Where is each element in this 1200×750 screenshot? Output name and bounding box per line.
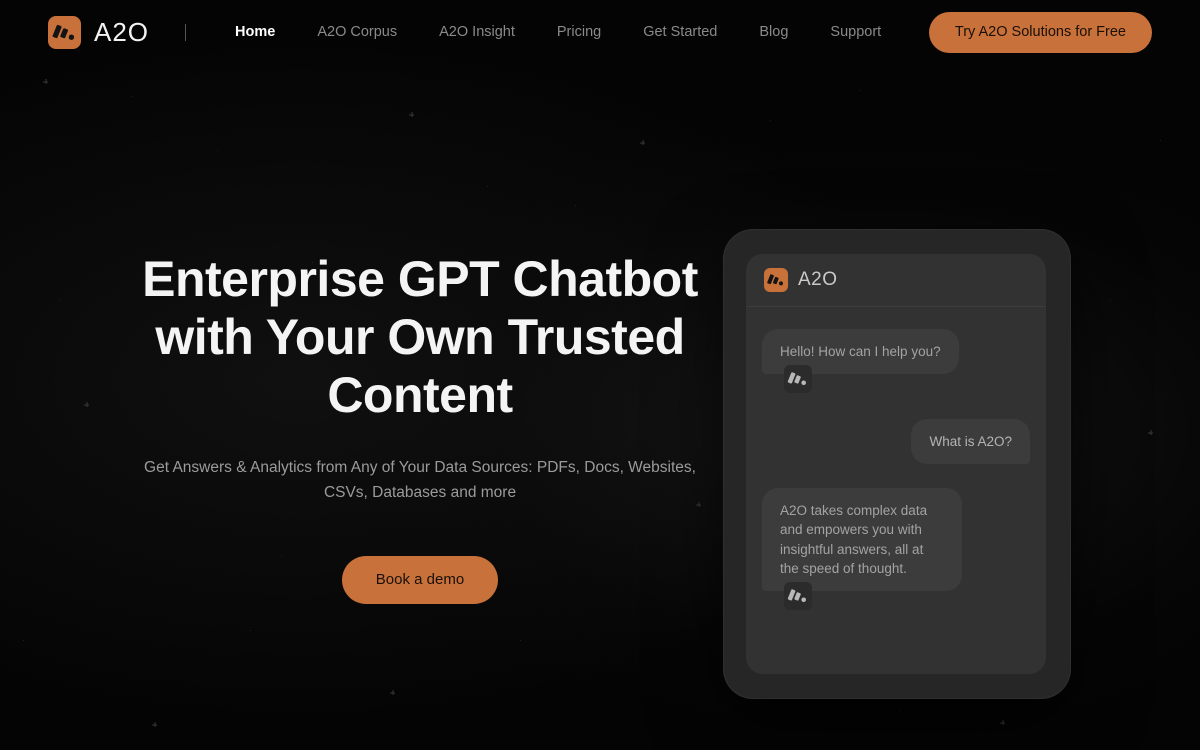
nav-item-blog[interactable]: Blog — [738, 25, 809, 40]
star-particle — [152, 722, 157, 727]
star-particle — [575, 205, 576, 206]
main-navigation: Home A2O Corpus A2O Insight Pricing Get Star… — [214, 25, 902, 40]
star-particle — [217, 150, 218, 151]
chat-bubble: What is A2O? — [911, 419, 1030, 465]
a2o-bars-logo-icon — [48, 15, 81, 49]
nav-item-home[interactable]: Home — [214, 25, 296, 40]
nav-item-a2o-insight[interactable]: A2O Insight — [418, 25, 536, 40]
site-header: A2O Home A2O Corpus A2O Insight Pricing Get … — [0, 0, 1200, 64]
star-particle — [43, 79, 48, 84]
star-particle — [409, 112, 414, 117]
star-particle — [487, 186, 488, 187]
hero-subheadline: Get Answers & Analytics from Any of Your… — [144, 459, 696, 501]
nav-item-a2o-corpus[interactable]: A2O Corpus — [296, 25, 418, 40]
star-particle — [131, 96, 132, 97]
hero-headline: Enterprise GPT Chatbot with Your Own Tru… — [142, 251, 698, 423]
nav-item-get-started[interactable]: Get Started — [622, 25, 738, 40]
brand-logo[interactable]: A2O — [48, 15, 150, 49]
nav-item-pricing[interactable]: Pricing — [536, 25, 622, 40]
landing-page: A2O Home A2O Corpus A2O Insight Pricing Get … — [0, 0, 1200, 750]
star-particle — [1160, 140, 1161, 141]
star-particle — [1148, 430, 1153, 435]
star-particle — [520, 640, 521, 641]
star-particle — [1000, 720, 1005, 725]
star-particle — [860, 90, 861, 91]
header-divider — [185, 23, 187, 41]
try-solutions-button[interactable]: Try A2O Solutions for Free — [928, 11, 1152, 53]
star-particle — [390, 690, 395, 695]
star-particle — [640, 140, 645, 145]
star-particle — [250, 630, 251, 631]
book-demo-button[interactable]: Book a demo — [341, 555, 499, 604]
nav-item-support[interactable]: Support — [809, 25, 902, 40]
brand-name: A2O — [94, 17, 150, 47]
star-particle — [900, 710, 901, 711]
hero-section: Enterprise GPT Chatbot with Your Own Tru… — [0, 250, 840, 604]
star-particle — [1110, 300, 1111, 301]
star-particle — [770, 120, 771, 121]
star-particle — [23, 640, 24, 641]
